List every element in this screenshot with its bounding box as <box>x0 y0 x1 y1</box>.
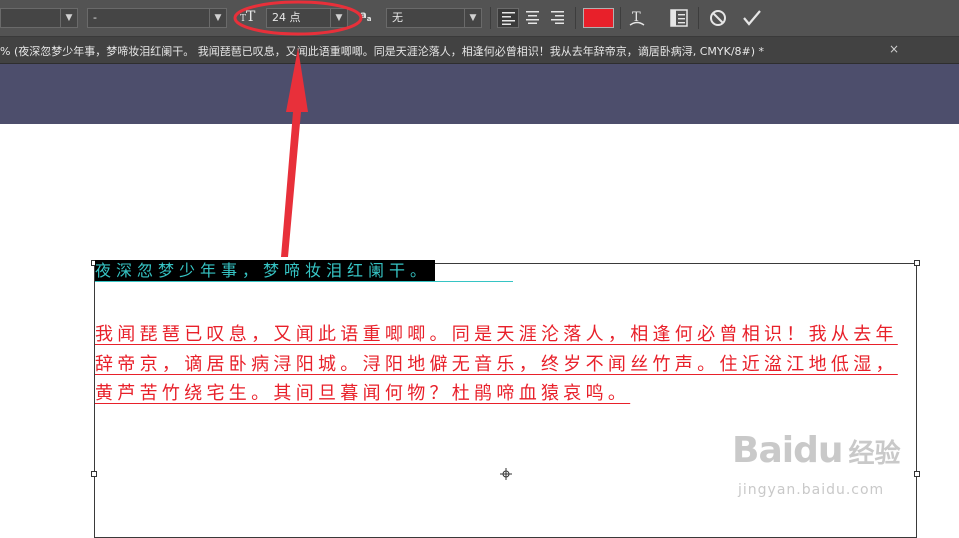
document-tab-title[interactable]: % (夜深忽梦少年事，梦啼妆泪红阑干。 我闻琵琶已叹息，又闻此语重唧唧。同是天涯… <box>0 43 764 59</box>
transform-handle[interactable] <box>914 471 920 477</box>
paragraph-text: 我闻琵琶已叹息，又闻此语重唧唧。同是天涯沦落人，相逢何必曾相识！我从去年辞帝京，… <box>95 324 898 404</box>
chevron-down-icon: ▼ <box>464 9 481 27</box>
watermark-url: jingyan.baidu.com <box>738 482 885 498</box>
document-tab-bar: % (夜深忽梦少年事，梦啼妆泪红阑干。 我闻琵琶已叹息，又闻此语重唧唧。同是天涯… <box>0 37 959 64</box>
pasteboard <box>0 64 959 124</box>
separator <box>490 7 491 29</box>
commit-check-icon[interactable] <box>742 9 762 27</box>
options-bar: ▼ - ▼ TT 24 点 ▼ aa 无 ▼ T <box>0 0 959 37</box>
anti-alias-value: 无 <box>392 11 403 24</box>
text-paragraph[interactable]: 我闻琵琶已叹息，又闻此语重唧唧。同是天涯沦落人，相逢何必曾相识！我从去年辞帝京，… <box>95 320 907 409</box>
font-size-value: 24 点 <box>272 11 301 24</box>
align-right-icon <box>551 11 564 24</box>
text-underline <box>95 281 513 282</box>
align-center-button[interactable] <box>522 8 544 28</box>
align-left-icon <box>502 12 515 25</box>
cancel-icon[interactable] <box>709 9 727 27</box>
transform-handle[interactable] <box>914 260 920 266</box>
font-style-dropdown[interactable]: - ▼ <box>87 8 227 28</box>
text-size-icon: TT <box>240 9 256 25</box>
text-color-swatch[interactable] <box>583 8 614 28</box>
font-style-value: - <box>93 11 97 24</box>
watermark-brand-cn: 经验 <box>848 439 901 469</box>
font-size-dropdown[interactable]: 24 点 ▼ <box>266 8 348 28</box>
close-icon[interactable]: × <box>889 42 899 56</box>
chevron-down-icon: ▼ <box>330 9 347 27</box>
anti-alias-icon: aa <box>360 10 372 23</box>
align-left-button[interactable] <box>497 8 519 28</box>
watermark-brand-du: du <box>793 430 843 471</box>
chevron-down-icon: ▼ <box>209 9 226 27</box>
transform-handle[interactable] <box>91 471 97 477</box>
align-right-button[interactable] <box>547 8 569 28</box>
selected-text-line[interactable]: 夜深忽梦少年事，梦啼妆泪红阑干。 <box>95 260 436 282</box>
baidu-watermark: Baidu 经验 jingyan.baidu.com <box>732 430 901 498</box>
separator <box>620 7 621 29</box>
warp-text-icon[interactable]: T <box>629 8 645 28</box>
character-panel-icon[interactable] <box>670 9 688 27</box>
watermark-brand: Bai <box>732 430 794 471</box>
separator <box>575 7 576 29</box>
crosshair-icon <box>500 468 512 480</box>
align-center-icon <box>526 11 539 24</box>
chevron-down-icon: ▼ <box>60 9 77 27</box>
separator <box>698 7 699 29</box>
anti-alias-dropdown[interactable]: 无 ▼ <box>386 8 482 28</box>
font-family-dropdown[interactable]: ▼ <box>0 8 78 28</box>
